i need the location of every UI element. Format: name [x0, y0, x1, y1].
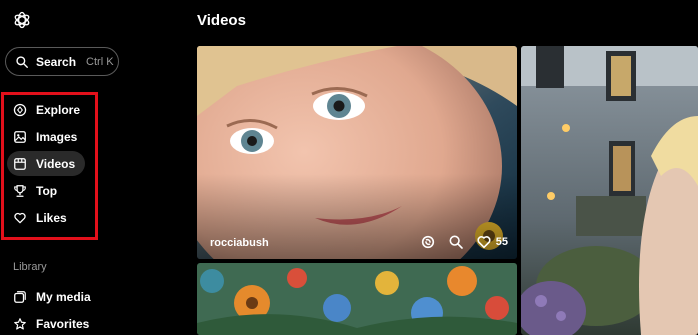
media-icon [13, 290, 27, 304]
sidebar-item-label: Favorites [36, 316, 90, 331]
video-card[interactable]: rocciabush 55 [197, 46, 517, 259]
video-card[interactable] [521, 46, 698, 335]
search-label: Search [36, 54, 77, 69]
heart-icon [476, 234, 492, 250]
video-thumbnail [521, 46, 698, 335]
remix-icon[interactable] [420, 234, 436, 250]
card-actions: 55 [408, 234, 508, 250]
video-thumbnail [197, 46, 517, 259]
like-button[interactable]: 55 [476, 234, 508, 250]
search-icon [16, 55, 28, 68]
video-thumbnail [197, 263, 517, 335]
card-author[interactable]: rocciabush [210, 237, 269, 249]
search-shortcut: Ctrl K [86, 55, 114, 68]
page-title: Videos [197, 12, 246, 29]
logo-icon[interactable] [12, 10, 32, 30]
library-heading: Library [13, 261, 47, 273]
search-button[interactable]: Search Ctrl K [5, 47, 119, 76]
video-card[interactable] [197, 263, 517, 335]
sidebar-item-my-media[interactable]: My media [7, 284, 117, 309]
sidebar-item-label: My media [36, 289, 91, 304]
search-icon[interactable] [448, 234, 464, 250]
nav-highlight-box [1, 92, 98, 240]
sidebar: Search Ctrl K Explore Images Videos Top … [0, 0, 180, 335]
like-count: 55 [495, 236, 508, 248]
star-icon [13, 317, 27, 331]
sidebar-item-favorites[interactable]: Favorites [7, 311, 117, 335]
